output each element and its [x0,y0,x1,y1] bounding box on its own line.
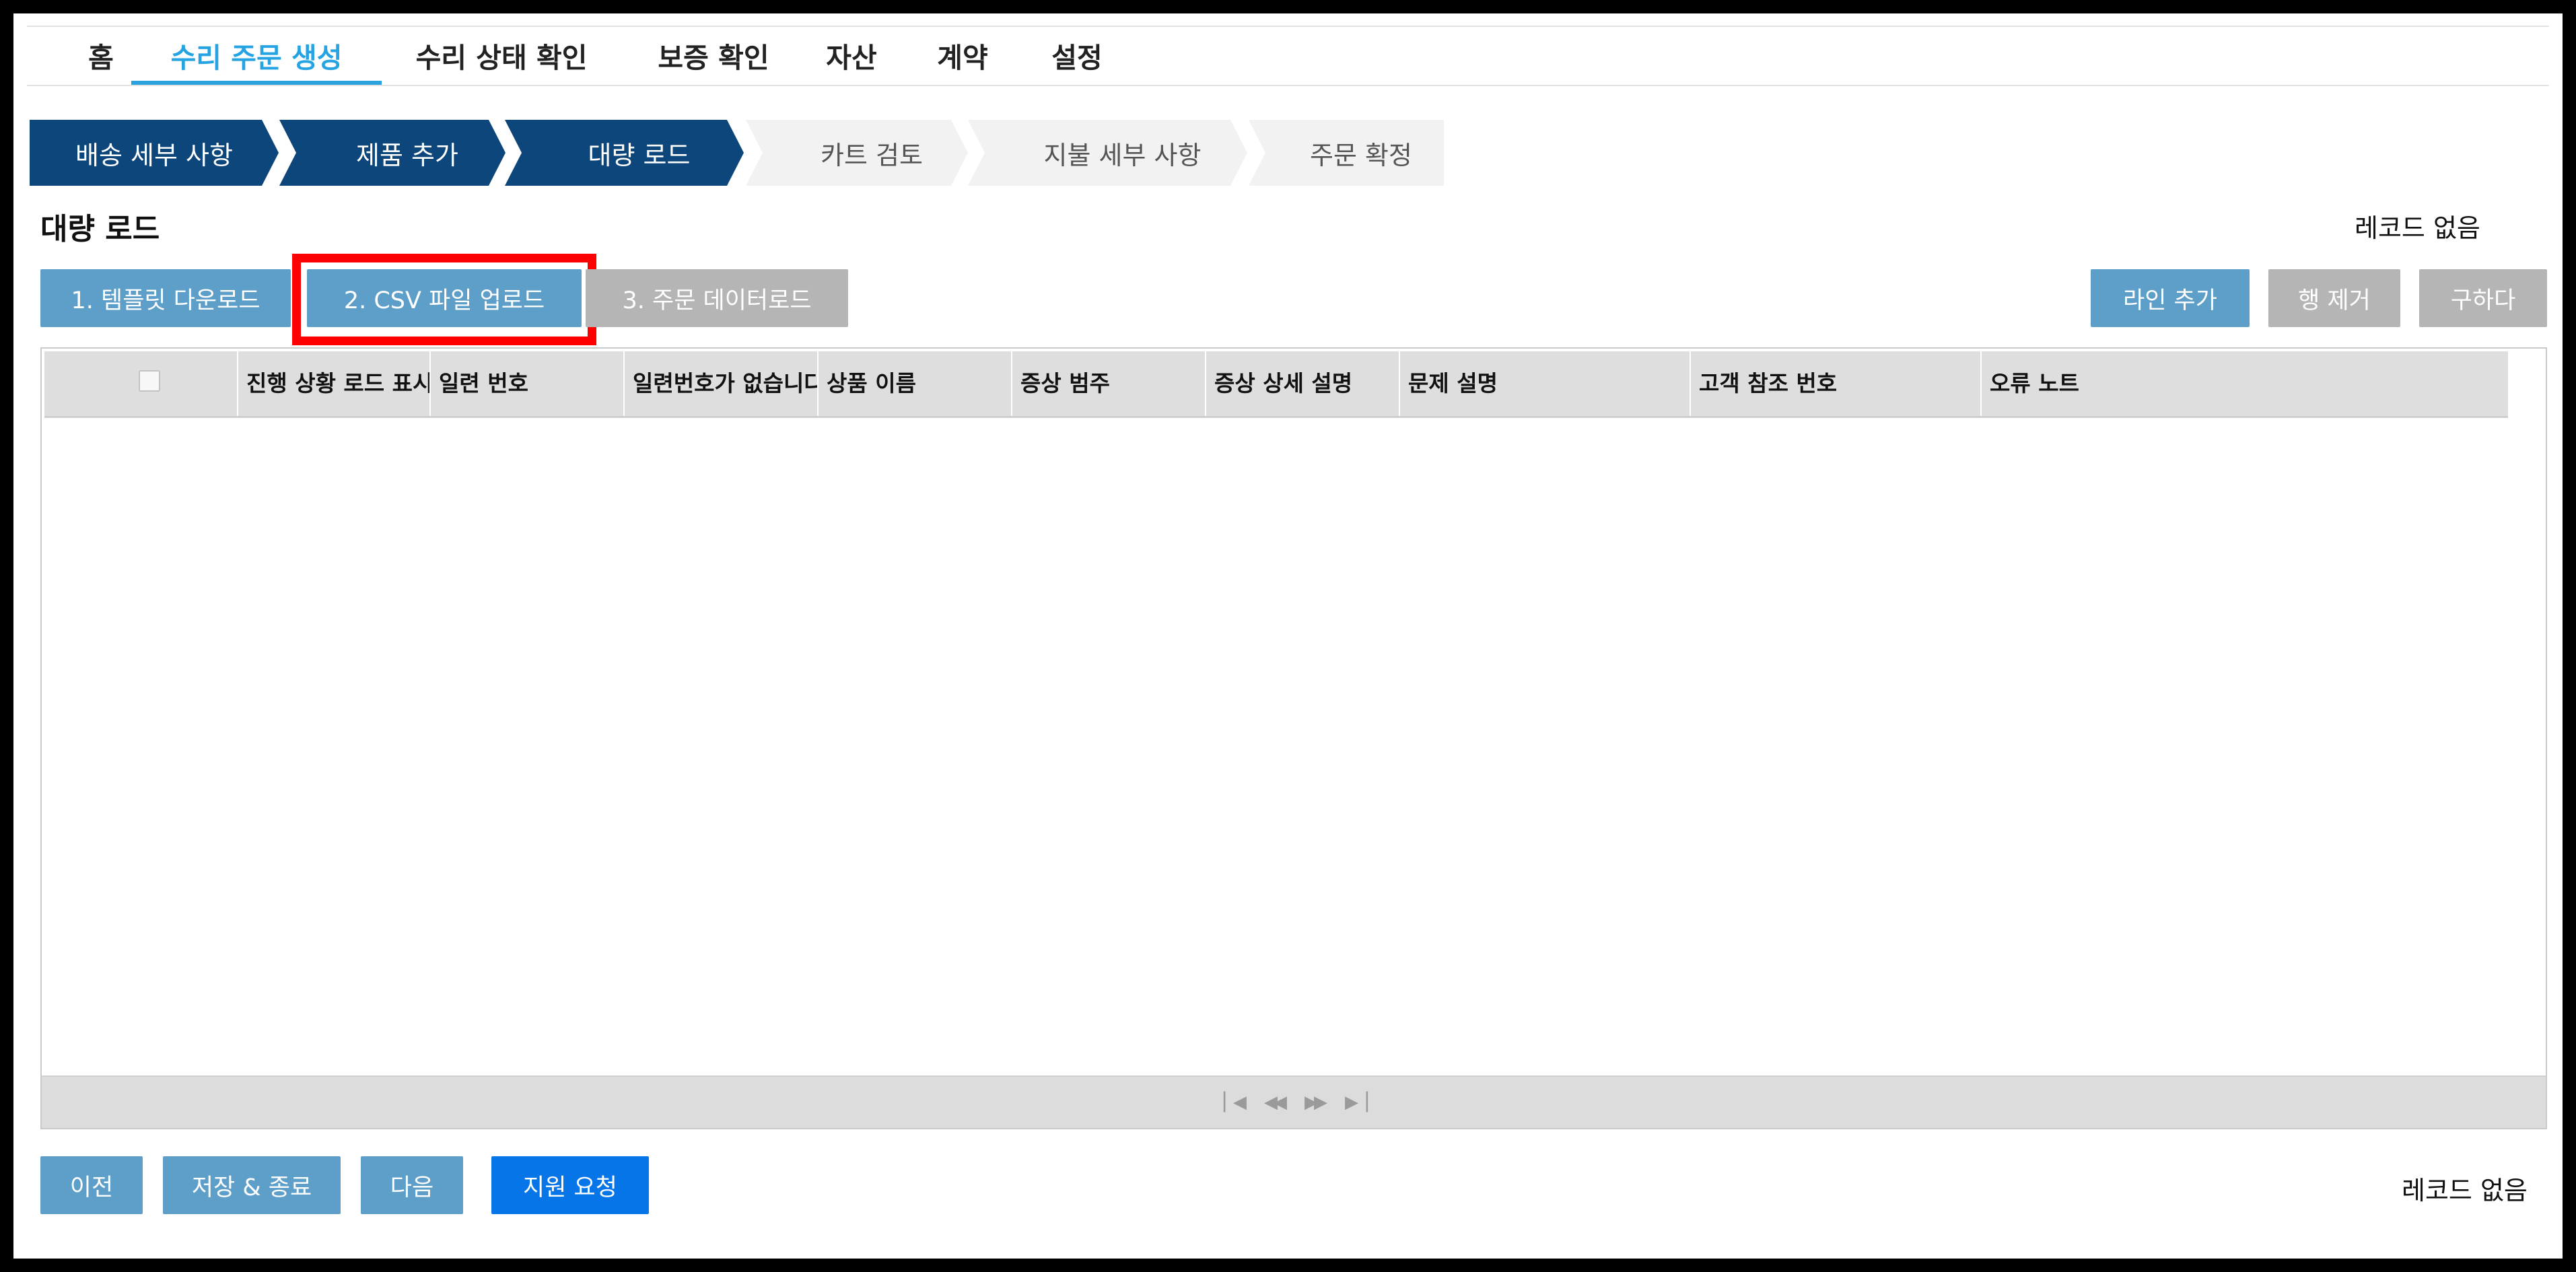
template-download-button[interactable]: 1. 템플릿 다운로드 [40,269,291,327]
prev-page-icon[interactable]: ◀◀ [1264,1092,1287,1112]
bulk-load-grid: 진행 상황 로드 표시기 일련 번호 일련번호가 없습니다 상품 이름 증상 범… [40,347,2547,1129]
section-title: 대량 로드 [40,212,160,246]
step-label: 제품 추가 [356,140,458,170]
first-page-icon[interactable]: ▏◀ [1224,1092,1247,1112]
add-line-button[interactable]: 라인 추가 [2091,269,2250,327]
step-add-products: 제품 추가 [279,120,506,186]
column-header-product-name[interactable]: 상품 이름 [819,351,1012,416]
step-label: 대량 로드 [588,140,691,170]
step-cart-review: 카트 검토 [746,120,968,186]
csv-upload-button[interactable]: 2. CSV 파일 업로드 [307,269,582,327]
column-header-symptom-category[interactable]: 증상 범주 [1012,351,1206,416]
save-exit-button[interactable]: 저장 & 종료 [163,1156,341,1214]
column-header-load-progress[interactable]: 진행 상황 로드 표시기 [238,351,431,416]
apply-button[interactable]: 구하다 [2419,269,2547,327]
nav-create-repair-order[interactable]: 수리 주문 생성 [131,32,382,83]
select-column [44,351,238,416]
next-button[interactable]: 다음 [361,1156,463,1214]
page-frame: 홈 수리 주문 생성 수리 상태 확인 보증 확인 자산 계약 설정 배송 세부… [13,13,2563,1259]
records-count-label: 레코드 없음 [2355,213,2480,243]
step-order-confirm: 주문 확정 [1249,120,1444,186]
select-all-checkbox[interactable] [139,370,160,392]
remove-row-button[interactable]: 행 제거 [2268,269,2400,327]
previous-button[interactable]: 이전 [40,1156,143,1214]
step-label: 카트 검토 [821,140,923,170]
step-payment-details: 지불 세부 사항 [968,120,1247,186]
step-label: 주문 확정 [1310,140,1412,170]
support-request-button[interactable]: 지원 요청 [491,1156,649,1214]
next-page-icon[interactable]: ▶▶ [1304,1092,1327,1112]
column-header-error-notes[interactable]: 오류 노트 [1982,351,2508,416]
step-shipping-details: 배송 세부 사항 [30,120,279,186]
order-data-load-button[interactable]: 3. 주문 데이터로드 [586,269,848,327]
nav-repair-status[interactable]: 수리 상태 확인 [390,32,613,83]
nav-home[interactable]: 홈 [74,32,128,83]
step-label: 지불 세부 사항 [1043,140,1202,170]
step-label: 배송 세부 사항 [75,140,233,170]
nav-assets[interactable]: 자산 [808,32,895,83]
nav-contracts[interactable]: 계약 [919,32,1006,83]
grid-pager: ▏◀ ◀◀ ▶▶ ▶▕ [42,1075,2546,1128]
column-header-symptom-detail[interactable]: 증상 상세 설명 [1206,351,1400,416]
column-header-customer-reference[interactable]: 고객 참조 번호 [1691,351,1982,416]
records-count-label-bottom: 레코드 없음 [2402,1176,2528,1205]
nav-warranty-check[interactable]: 보증 확인 [626,32,801,83]
column-header-problem-description[interactable]: 문제 설명 [1400,351,1691,416]
column-header-no-serial[interactable]: 일련번호가 없습니다 [625,351,819,416]
last-page-icon[interactable]: ▶▕ [1345,1092,1368,1112]
step-bulk-load: 대량 로드 [505,120,744,186]
nav-top-divider [27,26,2549,27]
column-header-serial-number[interactable]: 일련 번호 [431,351,625,416]
grid-header: 진행 상황 로드 표시기 일련 번호 일련번호가 없습니다 상품 이름 증상 범… [44,351,2508,418]
nav-bottom-divider [27,85,2549,86]
nav-settings[interactable]: 설정 [1033,32,1121,83]
